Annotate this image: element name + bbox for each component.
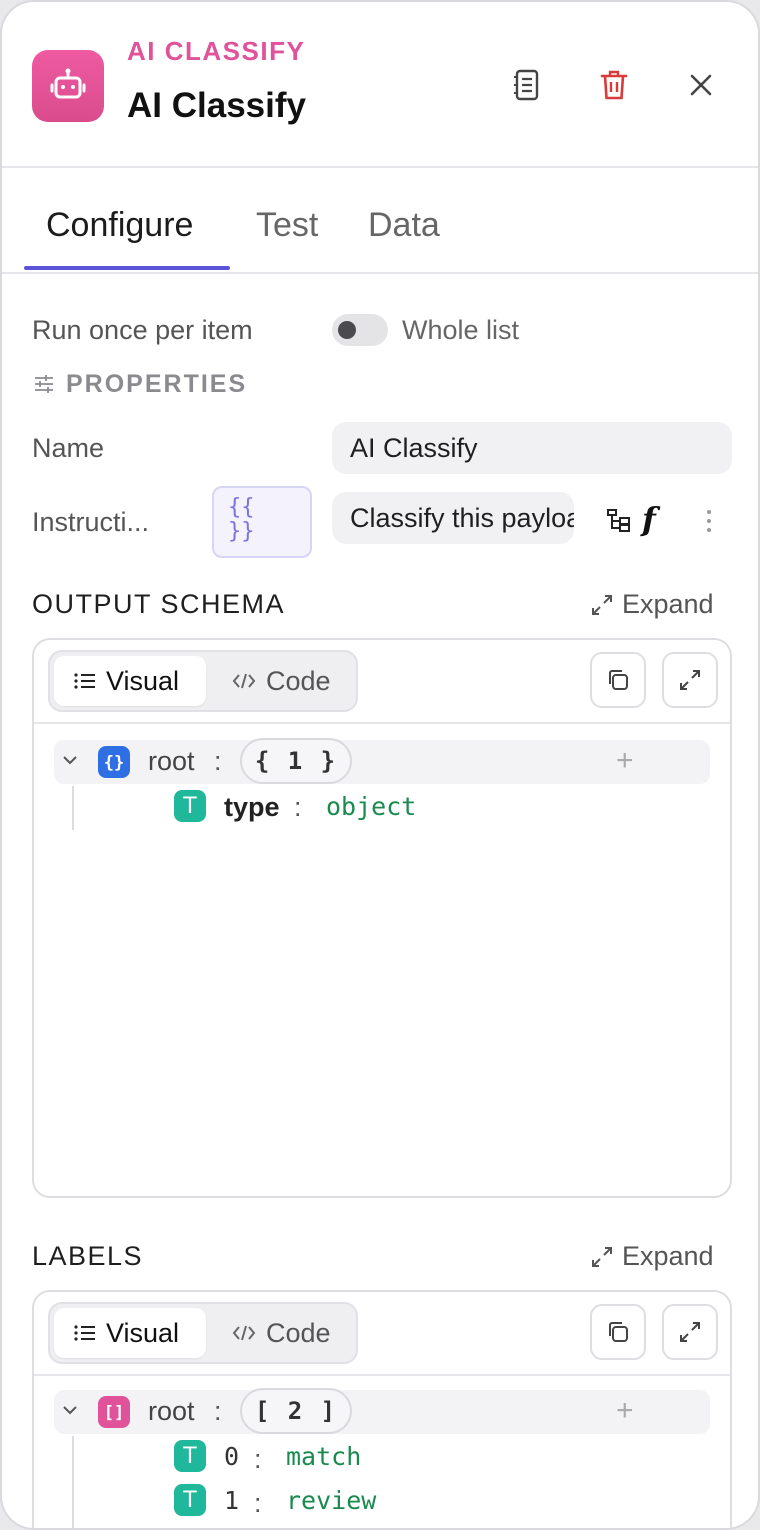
notes-icon xyxy=(514,69,539,101)
code-label: Code xyxy=(266,1317,331,1348)
list-icon xyxy=(74,673,95,689)
string-type-icon: T xyxy=(174,1440,206,1472)
whole-list-toggle[interactable] xyxy=(332,314,388,346)
item-index: 0 xyxy=(224,1442,240,1471)
svg-text:{}: {} xyxy=(104,753,124,773)
labels-title: LABELS xyxy=(32,1241,144,1271)
svg-text:[]: [] xyxy=(104,1403,124,1423)
panel-header: AI CLASSIFY AI Classify xyxy=(2,2,758,168)
function-icon[interactable]: f xyxy=(642,500,656,538)
visual-label: Visual xyxy=(106,665,180,696)
tab-data[interactable]: Data xyxy=(368,206,440,245)
root-key: root xyxy=(148,746,195,776)
item-value: match xyxy=(286,1442,362,1471)
toggle-knob xyxy=(338,321,356,339)
chevron-down-icon[interactable] xyxy=(60,750,80,770)
whole-list-label: Whole list xyxy=(402,315,520,345)
labels-expand-button[interactable]: Expand xyxy=(590,1241,714,1272)
output-schema-title: OUTPUT SCHEMA xyxy=(32,589,286,619)
close-icon xyxy=(690,74,712,96)
key-separator: : xyxy=(214,1396,222,1426)
more-options-icon[interactable] xyxy=(705,508,713,534)
tree-guide-line xyxy=(72,786,74,830)
code-view-button[interactable]: Code xyxy=(212,1308,351,1358)
braces-close-icon: }} xyxy=(228,519,255,544)
fullscreen-button[interactable] xyxy=(662,652,718,708)
editor-toolbar: Visual Code xyxy=(34,640,730,724)
sliders-icon xyxy=(35,375,53,393)
property-key: type xyxy=(224,792,280,822)
copy-icon xyxy=(609,670,628,690)
node-config-panel: AI CLASSIFY AI Classify Configure Test D… xyxy=(0,0,760,1530)
copy-icon xyxy=(609,1322,628,1342)
notes-button[interactable] xyxy=(504,62,550,108)
schema-root-row[interactable]: {} root : { 1 } + xyxy=(54,738,710,784)
view-mode-switch: Visual Code xyxy=(48,650,358,712)
expand-arrows-icon xyxy=(592,594,612,615)
visual-view-button[interactable]: Visual xyxy=(54,656,206,706)
key-separator: : xyxy=(254,1488,262,1518)
labels-item-row[interactable]: T 1 : review xyxy=(174,1484,674,1520)
name-field[interactable]: AI Classify xyxy=(332,422,732,474)
property-value: object xyxy=(326,792,417,821)
node-type-label: AI CLASSIFY xyxy=(127,36,306,66)
code-icon xyxy=(232,1325,256,1341)
copy-button[interactable] xyxy=(590,1304,646,1360)
expand-label: Expand xyxy=(622,1241,714,1271)
view-mode-switch: Visual Code xyxy=(48,1302,358,1364)
expand-label: Expand xyxy=(622,589,714,619)
schema-property-row[interactable]: T type : object xyxy=(174,790,674,826)
code-view-button[interactable]: Code xyxy=(212,656,351,706)
template-variable-button[interactable]: {{ }} xyxy=(212,486,312,558)
trash-icon xyxy=(600,70,628,100)
tab-test[interactable]: Test xyxy=(256,206,318,245)
active-tab-indicator xyxy=(24,266,230,270)
string-type-icon: T xyxy=(174,790,206,822)
visual-view-button[interactable]: Visual xyxy=(54,1308,206,1358)
instructions-label: Instructi... xyxy=(32,507,150,537)
code-label: Code xyxy=(266,665,331,696)
fullscreen-icon xyxy=(680,1322,700,1342)
output-schema-expand-button[interactable]: Expand xyxy=(590,589,714,620)
add-item-button[interactable]: + xyxy=(616,1394,634,1428)
key-separator: : xyxy=(214,746,222,776)
name-label: Name xyxy=(32,433,105,463)
editor-toolbar: Visual Code xyxy=(34,1292,730,1376)
item-value: review xyxy=(286,1486,377,1515)
tree-guide-line xyxy=(72,1436,74,1528)
braces-open-icon: {{ xyxy=(228,495,255,520)
key-separator: : xyxy=(294,792,302,822)
fullscreen-button[interactable] xyxy=(662,1304,718,1360)
run-mode-label: Run once per item xyxy=(32,315,253,345)
child-count-badge: { 1 } xyxy=(240,738,352,784)
labels-editor: Visual Code [] root: [2] + T 0: matc… xyxy=(32,1290,732,1528)
tab-configure[interactable]: Configure xyxy=(46,206,193,245)
node-title: AI Classify xyxy=(127,86,306,125)
output-schema-editor: Visual Code {} root: {1} + T type: o… xyxy=(32,638,732,1198)
properties-section-title: PROPERTIES xyxy=(66,370,248,398)
object-type-icon: {} xyxy=(98,746,130,778)
expand-arrows-icon xyxy=(592,1246,612,1267)
tree-mapping-icon[interactable] xyxy=(606,508,632,534)
tab-bar: Configure Test Data xyxy=(2,170,758,274)
item-index: 1 xyxy=(224,1486,240,1515)
labels-item-row[interactable]: T 0 : match xyxy=(174,1440,674,1476)
code-icon xyxy=(232,673,256,689)
add-property-button[interactable]: + xyxy=(616,744,634,778)
labels-root-row[interactable]: [] root : [ 2 ] + xyxy=(54,1388,710,1434)
string-type-icon: T xyxy=(174,1484,206,1516)
root-key: root xyxy=(148,1396,195,1426)
array-type-icon: [] xyxy=(98,1396,130,1428)
close-button[interactable] xyxy=(678,62,724,108)
delete-button[interactable] xyxy=(591,62,637,108)
list-icon xyxy=(74,1325,95,1341)
instructions-field[interactable]: Classify this payload xyxy=(332,492,574,544)
visual-label: Visual xyxy=(106,1317,180,1348)
fullscreen-icon xyxy=(680,670,700,690)
copy-button[interactable] xyxy=(590,652,646,708)
robot-icon xyxy=(32,50,104,122)
child-count-badge: [ 2 ] xyxy=(240,1388,352,1434)
chevron-down-icon[interactable] xyxy=(60,1400,80,1420)
key-separator: : xyxy=(254,1444,262,1474)
